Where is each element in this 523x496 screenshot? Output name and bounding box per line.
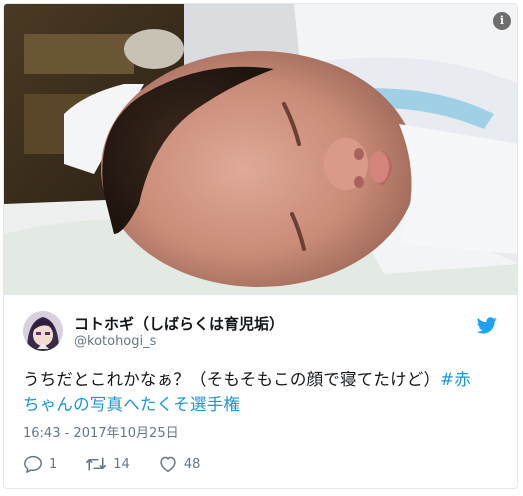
retweet-icon xyxy=(86,457,107,471)
like-count: 48 xyxy=(183,456,201,472)
info-icon[interactable]: i xyxy=(493,12,511,30)
action-bar: 1 14 48 xyxy=(23,452,228,476)
hashtag-link-continued[interactable]: ちゃんの写真へたくそ選手権 xyxy=(23,395,240,414)
user-handle[interactable]: @kotohogi_s xyxy=(74,334,156,349)
timestamp[interactable]: 16:43 - 2017年10月25日 xyxy=(23,422,179,441)
avatar-image xyxy=(23,311,63,351)
like-icon xyxy=(160,456,176,473)
retweet-count: 14 xyxy=(113,456,130,472)
avatar[interactable] xyxy=(23,311,63,351)
like-button[interactable]: 48 xyxy=(158,455,201,473)
retweet-button[interactable]: 14 xyxy=(85,455,130,473)
tweet-card[interactable]: i コトホギ（しばらくは育児垢） @kotohogi_s うちだとこれかなぁ？（… xyxy=(3,3,518,489)
hashtag-link[interactable]: #赤 xyxy=(440,370,471,389)
reply-button[interactable]: 1 xyxy=(23,455,57,473)
reply-count: 1 xyxy=(49,456,58,472)
display-name[interactable]: コトホギ（しばらくは育児垢） xyxy=(74,313,284,334)
twitter-bird-icon[interactable] xyxy=(477,317,497,334)
tweet-text-plain: うちだとこれかなぁ？（そもそもこの顔で寝てたけど） xyxy=(23,370,441,389)
tweet-text: うちだとこれかなぁ？（そもそもこの顔で寝てたけど）#赤ちゃんの写真へたくそ選手権 xyxy=(23,367,503,417)
baby-photo-image xyxy=(4,4,517,294)
tweet-body: コトホギ（しばらくは育児垢） @kotohogi_s うちだとこれかなぁ？（そも… xyxy=(4,294,517,488)
tweet-photo[interactable]: i xyxy=(4,4,517,294)
reply-icon xyxy=(24,455,42,473)
